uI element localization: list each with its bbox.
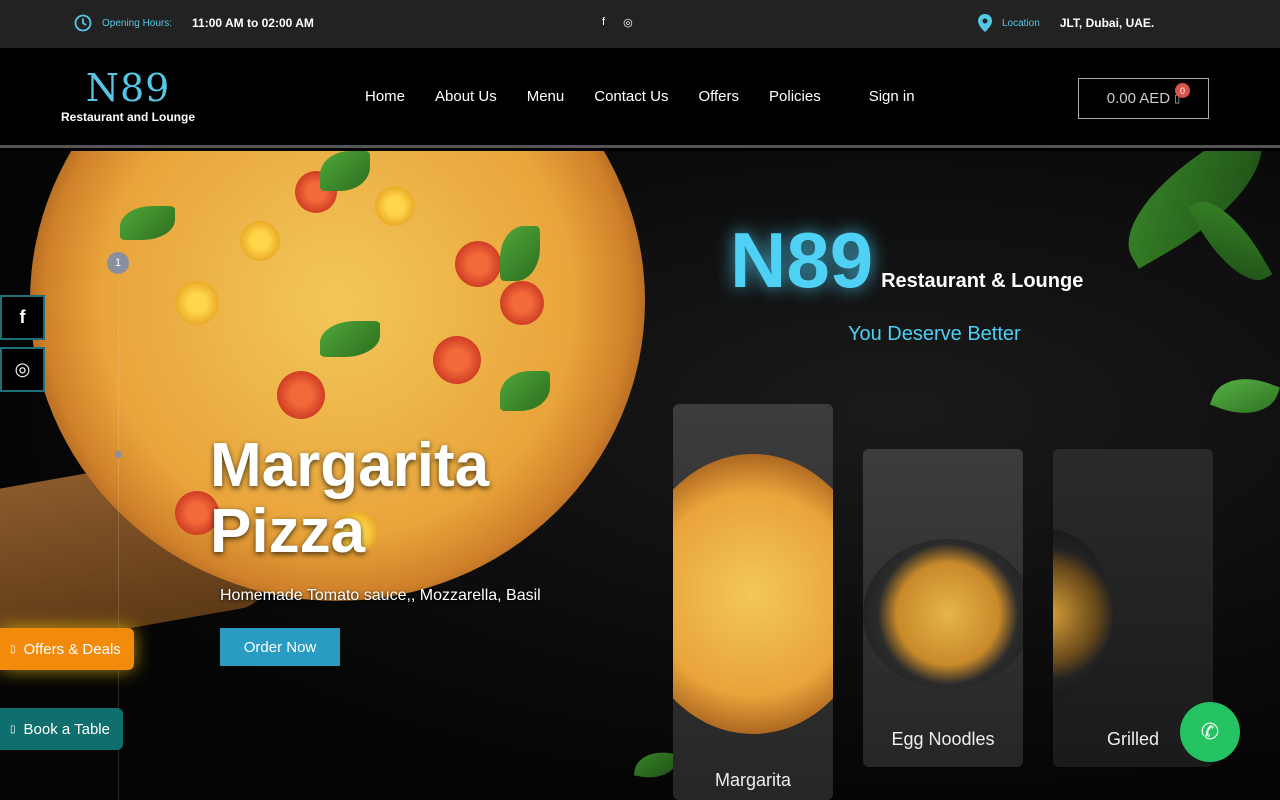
- location: Location JLT, Dubai, UAE.: [978, 14, 1154, 32]
- whatsapp-icon: ✆: [1200, 719, 1220, 744]
- tomato-slice: [375, 186, 415, 226]
- calendar-icon: ▯: [10, 723, 16, 735]
- basil-leaf: [120, 206, 175, 240]
- tomato-slice: [433, 336, 481, 384]
- menu-card-egg-noodles[interactable]: Egg Noodles: [863, 449, 1023, 767]
- basil-leaf: [320, 151, 370, 191]
- nav-menu[interactable]: Menu: [527, 88, 565, 105]
- nav-offers[interactable]: Offers: [698, 88, 739, 105]
- book-table-button[interactable]: ▯ Book a Table: [0, 708, 123, 750]
- pizza-thumbnail: [673, 454, 833, 734]
- nav-contact-us[interactable]: Contact Us: [594, 88, 668, 105]
- opening-hours-value: 11:00 AM to 02:00 AM: [192, 16, 314, 30]
- offers-label: Offers & Deals: [23, 640, 121, 658]
- book-label: Book a Table: [23, 720, 110, 738]
- basil-leaf: [500, 226, 540, 281]
- nav-policies[interactable]: Policies: [769, 88, 821, 105]
- card-name: Margarita: [714, 770, 792, 790]
- nav-home[interactable]: Home: [365, 88, 405, 105]
- hero-slider: 1 Margarita Pizza Homemade Tomato sauce,…: [0, 151, 1280, 800]
- cart-button[interactable]: 0.00 AED ▯ 0: [1078, 78, 1209, 119]
- brand-big: N89: [730, 216, 874, 304]
- float-instagram-button[interactable]: ◎: [0, 347, 45, 392]
- hero-title: Margarita Pizza: [210, 431, 490, 566]
- nav-about-us[interactable]: About Us: [435, 88, 497, 105]
- opening-hours: Opening Hours: 11:00 AM to 02:00 AM: [74, 14, 314, 32]
- location-value: JLT, Dubai, UAE.: [1059, 16, 1155, 30]
- facebook-icon: f: [19, 307, 26, 327]
- menu-card-margarita[interactable]: Margarita: [673, 404, 833, 800]
- slider-dot[interactable]: [115, 451, 122, 458]
- basil-decoration: [1209, 366, 1280, 426]
- location-pin-icon: [978, 14, 992, 32]
- facebook-icon[interactable]: f: [602, 16, 605, 29]
- basil-leaf: [320, 321, 380, 357]
- site-logo[interactable]: N89 Restaurant and Lounge: [58, 68, 198, 124]
- instagram-icon[interactable]: ◎: [623, 16, 633, 29]
- leaf-decoration: [633, 747, 679, 783]
- top-info-bar: Opening Hours: 11:00 AM to 02:00 AM f ◎ …: [0, 0, 1280, 48]
- main-nav: Home About Us Menu Contact Us Offers Pol…: [365, 88, 915, 105]
- cart-total: 0.00 AED: [1106, 90, 1171, 107]
- logo-mark: N89: [85, 66, 171, 110]
- logo-subtitle: Restaurant and Lounge: [60, 110, 195, 124]
- tag-icon: ▯: [10, 643, 16, 655]
- whatsapp-button[interactable]: ✆: [1180, 702, 1240, 762]
- basil-leaf: [500, 371, 550, 411]
- tomato-slice: [500, 281, 544, 325]
- tomato-slice: [175, 281, 219, 325]
- site-header: N89 Restaurant and Lounge Home About Us …: [0, 48, 1280, 148]
- noodles-thumbnail: [863, 539, 1023, 689]
- brand-rest: Restaurant & Lounge: [881, 270, 1084, 292]
- nav-sign-in[interactable]: Sign in: [869, 88, 915, 105]
- tomato-slice: [240, 221, 280, 261]
- hero-description: Homemade Tomato sauce,, Mozzarella, Basi…: [220, 587, 541, 604]
- tagline: You Deserve Better: [848, 323, 1021, 345]
- slider-number[interactable]: 1: [107, 252, 129, 274]
- tomato-slice: [277, 371, 325, 419]
- clock-icon: [74, 14, 92, 32]
- offers-deals-button[interactable]: ▯ Offers & Deals: [0, 628, 134, 670]
- card-name: Egg Noodles: [891, 729, 995, 749]
- order-now-button[interactable]: Order Now: [220, 628, 340, 666]
- brand-heading: N89 Restaurant & Lounge: [730, 221, 1083, 299]
- cart-count-badge: 0: [1175, 83, 1190, 98]
- opening-hours-label: Opening Hours:: [102, 17, 173, 29]
- top-social-links: f ◎: [602, 16, 633, 29]
- location-label: Location: [1002, 17, 1040, 29]
- float-facebook-button[interactable]: f: [0, 295, 45, 340]
- grilled-thumbnail: [1053, 529, 1113, 699]
- tomato-slice: [455, 241, 501, 287]
- instagram-icon: ◎: [14, 359, 31, 379]
